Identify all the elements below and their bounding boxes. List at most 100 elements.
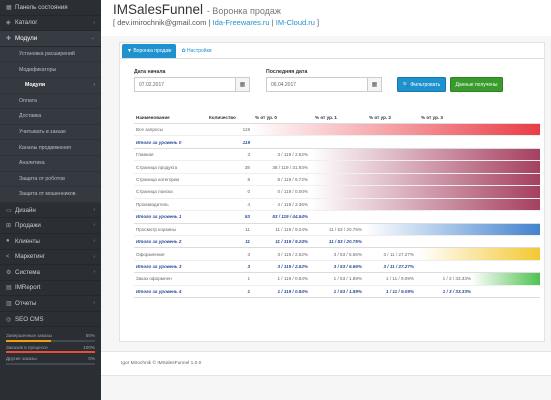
table-cell: 4 / 119 / 3.36% bbox=[277, 201, 308, 207]
table-cell: Заказ оформлен bbox=[136, 276, 172, 282]
order-stat-label: Другие заказы bbox=[6, 356, 37, 362]
sidebar-item[interactable]: ⚙ Система › bbox=[0, 265, 101, 281]
order-stat: Заказов в процессе 100% bbox=[6, 345, 95, 354]
order-stat-progress-fill bbox=[6, 351, 95, 354]
funnel-band-purple bbox=[311, 148, 540, 161]
col-header-level0: % от ур. 0 bbox=[255, 114, 277, 120]
order-stat-progress bbox=[6, 339, 95, 342]
funnel-band-purple bbox=[311, 198, 540, 211]
table-cell: 1 / 3 / 33.33% bbox=[442, 288, 471, 294]
table-header-row: Наименование Количество % от ур. 0 % от … bbox=[134, 111, 540, 124]
submenu-item[interactable]: Аналитика bbox=[0, 156, 101, 172]
table-cell: 11 / 53 / 20.75% bbox=[328, 226, 362, 232]
order-stat-row: Заказов в процессе 100% bbox=[6, 345, 95, 350]
sidebar-item[interactable]: ◈ Каталог › bbox=[0, 16, 101, 32]
table-cell: 3 bbox=[247, 152, 250, 158]
table-cell: 3 bbox=[247, 251, 250, 257]
tab-bar: ▼ Воронка продаж ✿ Настройки bbox=[120, 43, 544, 59]
table-cell: 8 bbox=[247, 176, 250, 182]
chevron-icon: › bbox=[93, 253, 95, 260]
footer-copyright: Igor Mirochnik © IMSalesFunnel 1.0.0 bbox=[121, 361, 202, 366]
data-received-button[interactable]: Данные получены bbox=[450, 77, 503, 92]
table-cell: 3 / 119 / 2.52% bbox=[277, 264, 308, 270]
page-header: IMSalesFunnel - Воронка продаж [ dev.imi… bbox=[101, 0, 551, 36]
table-cell: 3 / 119 / 2.52% bbox=[277, 152, 308, 158]
order-stat-label: Заказов в процессе bbox=[6, 344, 48, 350]
order-stat-value: 100% bbox=[83, 344, 95, 350]
submenu-item[interactable]: Модули › bbox=[0, 78, 101, 94]
link-ida-freewares[interactable]: Ida-Freewares.ru bbox=[213, 18, 270, 27]
table-cell: 53 / 119 / 44.54% bbox=[272, 214, 308, 220]
sidebar-item[interactable]: ◎ SEO CMS bbox=[0, 312, 101, 328]
cart-icon: ⊞ bbox=[6, 223, 12, 230]
sidebar-item[interactable]: ▭ Дизайн › bbox=[0, 203, 101, 219]
submenu-item-label: Аналитика bbox=[19, 160, 45, 167]
tab-settings[interactable]: ✿ Настройки bbox=[176, 44, 216, 58]
col-header-name: Наименование bbox=[136, 114, 170, 120]
table-cell: 1 bbox=[247, 288, 250, 294]
submenu-item[interactable]: Установка расширений bbox=[0, 47, 101, 63]
table-cell: Итого за уровень 1 bbox=[136, 214, 182, 220]
submenu-item[interactable]: Каналы продвижения bbox=[0, 140, 101, 156]
calendar-icon[interactable]: ▦ bbox=[236, 77, 250, 92]
end-date-input[interactable]: 06.04.2017 bbox=[266, 77, 368, 92]
bar-chart-icon: ▥ bbox=[6, 301, 12, 308]
submenu-item[interactable]: Защита от роботов bbox=[0, 172, 101, 188]
table-cell: 11 bbox=[245, 239, 250, 245]
submenu-item[interactable]: Модификаторы bbox=[0, 62, 101, 78]
submenu-item-label: Модификаторы bbox=[19, 66, 57, 73]
submenu-item-label: Учитывать в заказе bbox=[19, 129, 66, 136]
sidebar-item-label: IMReport bbox=[15, 284, 41, 292]
sidebar-item[interactable]: ▥ Отчеты › bbox=[0, 296, 101, 312]
table-cell: 38 bbox=[244, 164, 250, 170]
sidebar-item-label: Дизайн bbox=[15, 206, 36, 214]
submenu-item-label: Установка расширений bbox=[19, 51, 75, 58]
table-cell: 4 bbox=[247, 201, 250, 207]
sidebar-item[interactable]: ⊞ Продажи › bbox=[0, 218, 101, 234]
submenu-item[interactable]: Доставка bbox=[0, 109, 101, 125]
submenu-item[interactable]: Оплата bbox=[0, 94, 101, 110]
link-im-cloud[interactable]: IM-Cloud.ru bbox=[276, 18, 315, 27]
chevron-icon: › bbox=[93, 19, 95, 26]
table-cell: 11 bbox=[245, 226, 250, 232]
calendar-icon[interactable]: ▦ bbox=[368, 77, 382, 92]
table-cell: Все запросы bbox=[136, 127, 164, 133]
sidebar-item[interactable]: ▦ Панель состояния bbox=[0, 0, 101, 16]
table-cell: 3 / 53 / 5.66% bbox=[333, 251, 362, 257]
link-separator: | bbox=[271, 18, 274, 27]
table-row: Оформление 3 3 / 119 / 2.52% 3 / 53 / 5.66%… bbox=[134, 248, 540, 261]
title-subtitle: - Воронка продаж bbox=[206, 6, 281, 16]
table-cell: 3 / 119 / 2.52% bbox=[277, 251, 308, 257]
sidebar-item-label: Система bbox=[15, 268, 40, 276]
level-total-row: Итого за уровень 3 3 3 / 119 / 2.52% 3 / 53… bbox=[134, 261, 540, 274]
table-cell: Оформление bbox=[136, 251, 165, 257]
sidebar-item[interactable]: ✚ Модули ⌄ bbox=[0, 31, 101, 47]
tab-sales-funnel[interactable]: ▼ Воронка продаж bbox=[122, 44, 177, 58]
table-cell: 0 / 119 / 0.00% bbox=[277, 189, 308, 195]
submenu-item[interactable]: Защита от мошенников bbox=[0, 187, 101, 203]
order-stat-progress bbox=[6, 362, 95, 365]
chevron-icon: › bbox=[93, 206, 95, 213]
table-body: Все запросы 119 Итого за уровень 0 119 Главн… bbox=[134, 124, 540, 299]
link-separator: | bbox=[208, 18, 211, 27]
start-date-label: Дата начала bbox=[134, 69, 166, 75]
table-cell: 38 / 119 / 31.93% bbox=[272, 164, 308, 170]
submenu-item-label: Доставка bbox=[19, 113, 42, 120]
sidebar-item-label: SEO CMS bbox=[15, 315, 44, 323]
filter-button[interactable]: 🔍 Фильтровать bbox=[397, 77, 446, 92]
start-date-input[interactable]: 07.02.2017 bbox=[134, 77, 236, 92]
order-stat-row: Завершенные заказы 50% bbox=[6, 333, 95, 338]
table-row: Страница поиска 0 0 / 119 / 0.00% bbox=[134, 186, 540, 199]
seo-icon: ◎ bbox=[6, 316, 12, 323]
table-cell: 8 / 119 / 6.72% bbox=[277, 176, 308, 182]
submenu-item[interactable]: Учитывать в заказе bbox=[0, 125, 101, 141]
sidebar-item[interactable]: < Маркетинг › bbox=[0, 250, 101, 266]
submenu-item-label: Оплата bbox=[19, 97, 37, 104]
sidebar-item[interactable]: ● Клиенты › bbox=[0, 234, 101, 250]
level-total-row: Итого за уровень 4 1 1 / 119 / 0.84% 1 / 53… bbox=[134, 286, 540, 299]
monitor-icon: ▭ bbox=[6, 207, 12, 214]
funnel-band-red bbox=[251, 124, 540, 136]
sidebar-item[interactable]: ▤ IMReport bbox=[0, 281, 101, 297]
author-email: dev.imirochnik@gmail.com bbox=[117, 18, 207, 27]
funnel-band-blue bbox=[365, 223, 540, 235]
